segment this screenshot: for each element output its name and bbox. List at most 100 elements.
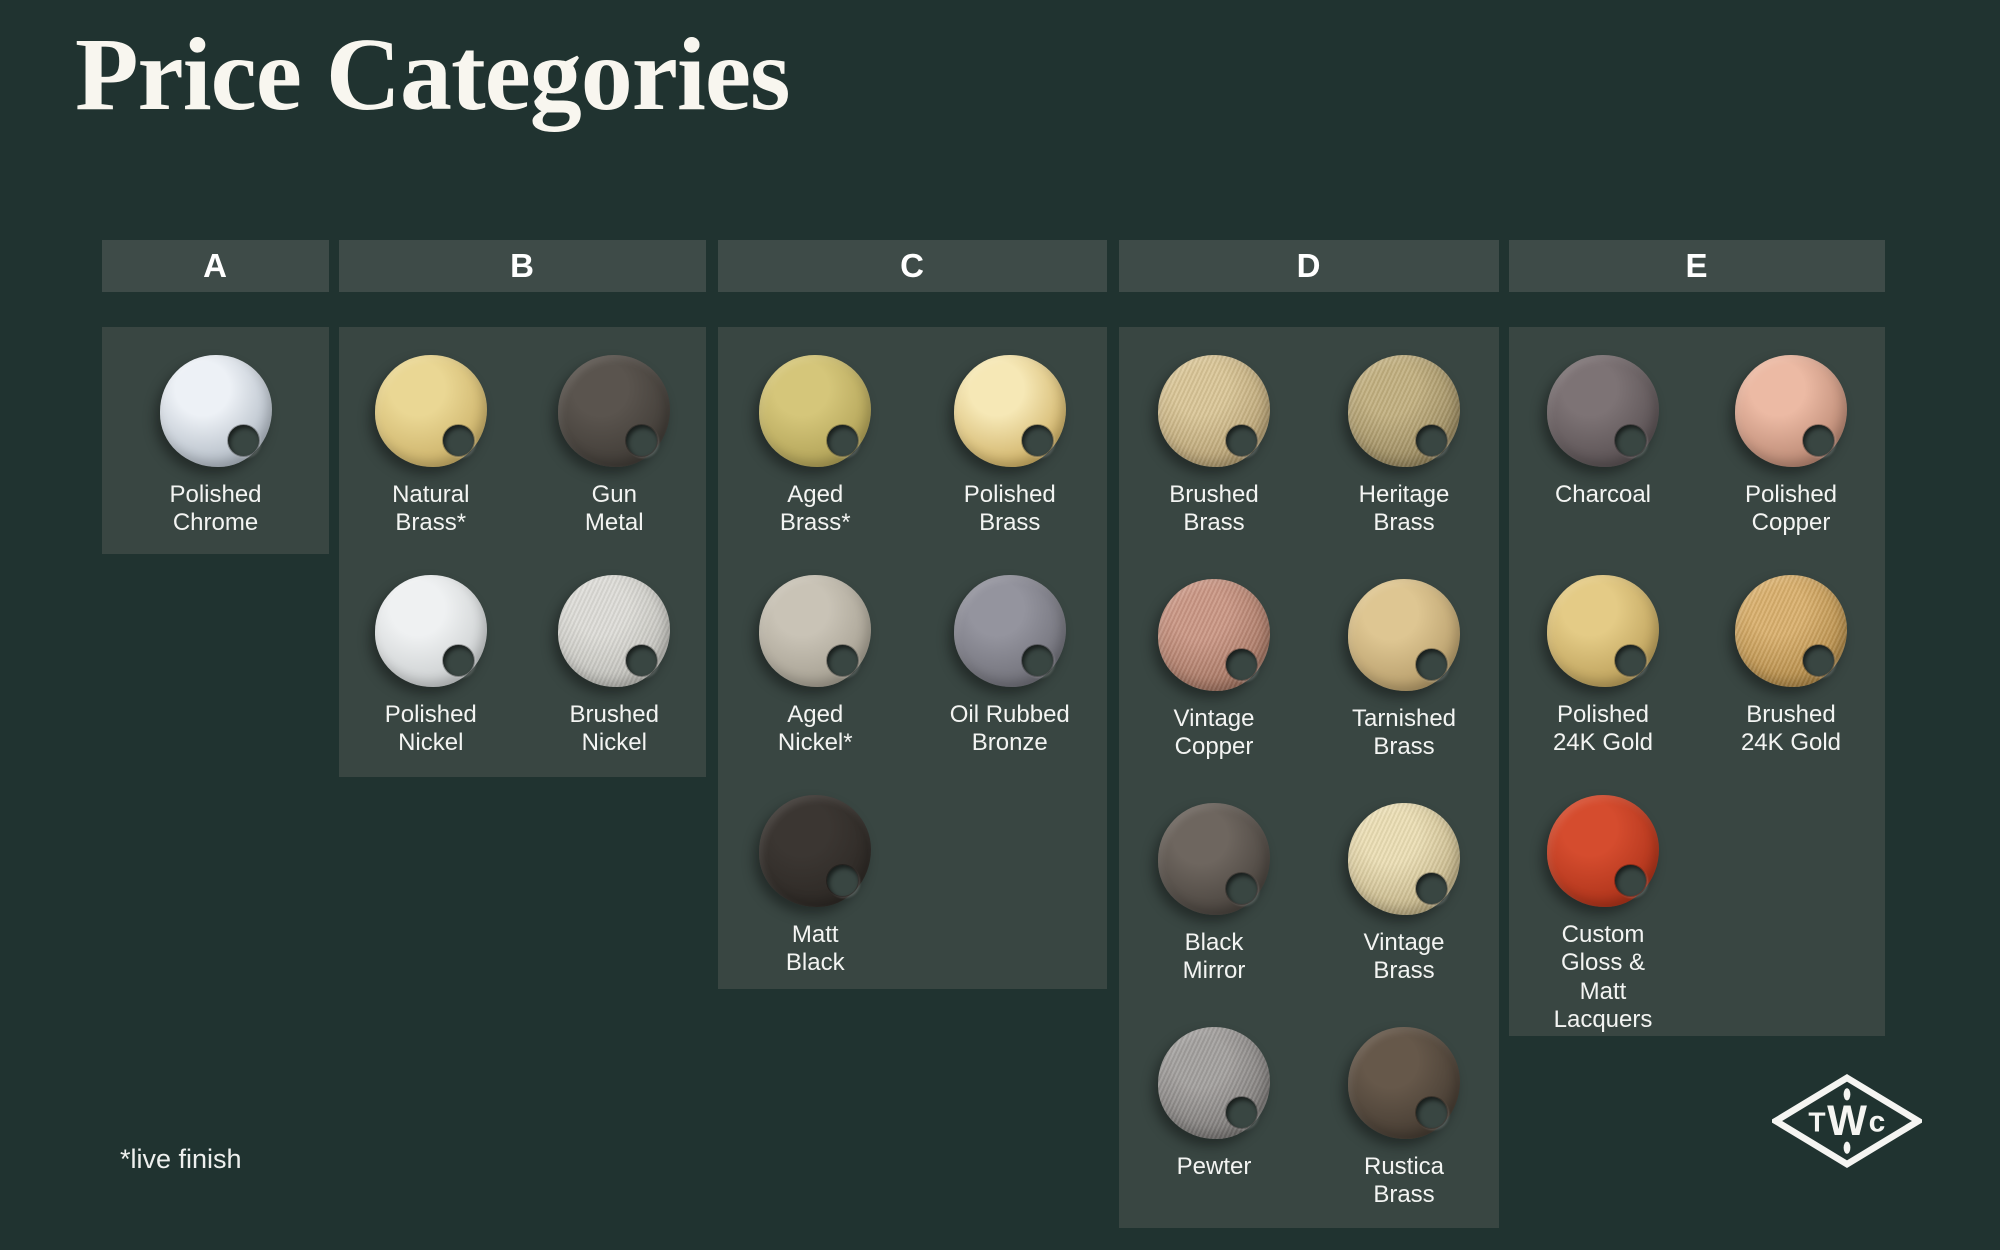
column-a: A Polished Chrome (102, 240, 329, 554)
finish-disc (954, 355, 1066, 467)
disc-hole (1226, 425, 1257, 456)
finish-label: Polished Brass (964, 481, 1056, 538)
finish-label: Brushed 24K Gold (1741, 701, 1841, 758)
finish-disc (1158, 579, 1270, 691)
finish-polished-brass: Polished Brass (913, 327, 1108, 547)
finish-natural-brass: Natural Brass* (339, 327, 523, 547)
finish-disc (1735, 355, 1847, 467)
finish-disc (1547, 795, 1659, 907)
finish-oil-rubbed-bronze: Oil Rubbed Bronze (913, 547, 1108, 767)
column-header-a: A (102, 240, 329, 292)
disc-hole (1615, 645, 1646, 676)
finish-vintage-copper: Vintage Copper (1119, 551, 1309, 775)
column-c: C Aged Brass* Polished Brass Aged Nickel… (718, 240, 1107, 989)
finish-disc (1158, 1027, 1270, 1139)
finish-pewter: Pewter (1119, 999, 1309, 1223)
disc-hole (1226, 1097, 1257, 1128)
disc-hole (1226, 649, 1257, 680)
disc-hole (827, 425, 858, 456)
finish-disc (1158, 803, 1270, 915)
disc-hole (827, 865, 858, 896)
finish-disc (160, 355, 272, 467)
finish-label: Black Mirror (1183, 929, 1246, 986)
finish-disc (1348, 579, 1460, 691)
disc-hole (1022, 425, 1053, 456)
finish-polished-nickel: Polished Nickel (339, 547, 523, 767)
column-panel-b: Natural Brass* Gun Metal Polished Nickel… (339, 327, 706, 777)
disc-hole (1022, 645, 1053, 676)
finish-matt-black: Matt Black (718, 767, 913, 987)
finish-label: Charcoal (1555, 481, 1651, 509)
finish-disc (558, 355, 670, 467)
finish-label: Polished 24K Gold (1553, 701, 1653, 758)
column-b: B Natural Brass* Gun Metal Polished Nick… (339, 240, 706, 777)
finish-disc (759, 795, 871, 907)
column-header-c: C (718, 240, 1107, 292)
finish-disc (375, 575, 487, 687)
disc-hole (1416, 425, 1447, 456)
disc-hole (228, 425, 259, 456)
finish-disc (1158, 355, 1270, 467)
disc-hole (1803, 425, 1834, 456)
finish-custom-lacquers: Custom Gloss & Matt Lacquers (1509, 767, 1697, 1034)
live-finish-footnote: *live finish (120, 1144, 242, 1175)
finish-label: Custom Gloss & Matt Lacquers (1554, 921, 1653, 1034)
finish-label: Aged Brass* (780, 481, 851, 538)
disc-hole (626, 425, 657, 456)
disc-hole (827, 645, 858, 676)
finish-label: Vintage Brass (1364, 929, 1445, 986)
finish-label: Polished Copper (1745, 481, 1837, 538)
finish-rustica-brass: Rustica Brass (1309, 999, 1499, 1223)
column-header-e: E (1509, 240, 1885, 292)
finish-label: Tarnished Brass (1352, 705, 1456, 762)
finish-label: Heritage Brass (1359, 481, 1450, 538)
disc-hole (1416, 649, 1447, 680)
column-panel-e: Charcoal Polished Copper Polished 24K Go… (1509, 327, 1885, 1036)
finish-disc (1547, 575, 1659, 687)
finish-disc (558, 575, 670, 687)
finish-label: Aged Nickel* (778, 701, 853, 758)
finish-polished-chrome: Polished Chrome (102, 327, 329, 547)
disc-hole (443, 425, 474, 456)
disc-hole (626, 645, 657, 676)
finish-brushed-brass: Brushed Brass (1119, 327, 1309, 551)
finish-label: Oil Rubbed Bronze (950, 701, 1070, 758)
column-d: D Brushed Brass Heritage Brass Vintage C… (1119, 240, 1499, 1228)
column-panel-a: Polished Chrome (102, 327, 329, 554)
finish-black-mirror: Black Mirror (1119, 775, 1309, 999)
finish-label: Brushed Nickel (570, 701, 659, 758)
disc-hole (443, 645, 474, 676)
finish-disc (1348, 355, 1460, 467)
disc-hole (1416, 873, 1447, 904)
finish-tarnished-brass: Tarnished Brass (1309, 551, 1499, 775)
finish-label: Gun Metal (585, 481, 644, 538)
finish-label: Polished Chrome (169, 481, 261, 538)
finish-brushed-24k-gold: Brushed 24K Gold (1697, 547, 1885, 767)
finish-polished-copper: Polished Copper (1697, 327, 1885, 547)
finish-label: Brushed Brass (1169, 481, 1258, 538)
logo-letter-c: c (1869, 1105, 1886, 1138)
finish-disc (1348, 803, 1460, 915)
finish-polished-24k-gold: Polished 24K Gold (1509, 547, 1697, 767)
finish-label: Rustica Brass (1364, 1153, 1444, 1210)
finish-disc (759, 355, 871, 467)
finish-disc (1547, 355, 1659, 467)
finish-label: Polished Nickel (385, 701, 477, 758)
disc-hole (1226, 873, 1257, 904)
disc-hole (1803, 645, 1834, 676)
disc-hole (1416, 1097, 1447, 1128)
finish-gun-metal: Gun Metal (523, 327, 707, 547)
column-header-b: B (339, 240, 706, 292)
finish-aged-brass: Aged Brass* (718, 327, 913, 547)
finish-disc (1348, 1027, 1460, 1139)
column-header-d: D (1119, 240, 1499, 292)
finish-brushed-nickel: Brushed Nickel (523, 547, 707, 767)
column-e: E Charcoal Polished Copper Polished 24K … (1509, 240, 1885, 1036)
finish-disc (759, 575, 871, 687)
finish-label: Natural Brass* (392, 481, 469, 538)
finish-label: Pewter (1177, 1153, 1252, 1181)
logo-letter-w: W (1827, 1097, 1867, 1144)
finish-aged-nickel: Aged Nickel* (718, 547, 913, 767)
price-categories-page: Price Categories A Polished Chrome B Nat… (0, 0, 2000, 1250)
finish-heritage-brass: Heritage Brass (1309, 327, 1499, 551)
